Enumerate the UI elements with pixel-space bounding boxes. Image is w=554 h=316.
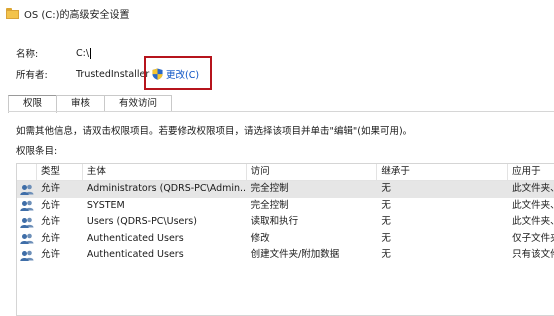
row-principal: SYSTEM bbox=[86, 199, 125, 211]
tab-auditing[interactable]: 审核 bbox=[56, 95, 106, 112]
header-principal[interactable]: 主体 bbox=[83, 164, 247, 181]
users-icon bbox=[20, 217, 34, 228]
header-type[interactable]: 类型 bbox=[37, 164, 83, 181]
row-principal: Authenticated Users bbox=[86, 232, 184, 244]
row-applies-to: 此文件夹、 bbox=[512, 199, 554, 211]
table-row[interactable]: 允许 Authenticated Users 创建文件夹/附加数据 无 只有该文… bbox=[17, 247, 554, 264]
header-icon-column bbox=[17, 164, 37, 181]
tab-effective-access[interactable]: 有效访问 bbox=[104, 95, 173, 112]
row-applies-to: 只有该文件 bbox=[512, 249, 554, 260]
users-icon bbox=[20, 233, 34, 245]
row-inherited-from: 无 bbox=[381, 232, 391, 244]
row-type: 允许 bbox=[40, 232, 60, 244]
row-access: 完全控制 bbox=[250, 199, 289, 211]
row-type: 允许 bbox=[40, 183, 60, 194]
row-principal: Authenticated Users bbox=[86, 249, 184, 260]
tab-divider bbox=[8, 111, 554, 112]
permission-entries-table[interactable]: 类型 主体 访问 继承于 应用于 允许 Administrators (QDRS… bbox=[16, 163, 554, 316]
title-bar: OS (C:)的高级安全设置 bbox=[0, 0, 554, 26]
name-label: 名称: bbox=[16, 49, 39, 60]
table-row[interactable]: 允许 Authenticated Users 修改 无 仅子文件夹 bbox=[17, 231, 554, 248]
window-title: OS (C:)的高级安全设置 bbox=[24, 9, 130, 21]
row-applies-to: 此文件夹、 bbox=[512, 183, 554, 194]
users-icon bbox=[20, 250, 34, 261]
owner-row: 所有者: TrustedInstaller bbox=[16, 66, 149, 82]
table-row[interactable]: 允许 Administrators (QDRS-PC\Admin... 完全控制… bbox=[17, 181, 554, 198]
row-access: 创建文件夹/附加数据 bbox=[250, 249, 340, 260]
row-inherited-from: 无 bbox=[381, 183, 391, 194]
header-inherited-from[interactable]: 继承于 bbox=[377, 164, 509, 181]
owner-value: TrustedInstaller bbox=[76, 68, 150, 80]
folder-icon bbox=[6, 7, 19, 19]
owner-label: 所有者: bbox=[16, 70, 48, 81]
row-principal: Administrators (QDRS-PC\Admin... bbox=[86, 183, 247, 194]
name-value: C:\ bbox=[76, 47, 92, 59]
tab-strip: 权限 审核 有效访问 bbox=[8, 95, 173, 113]
row-inherited-from: 无 bbox=[381, 249, 391, 260]
row-applies-to: 此文件夹、 bbox=[512, 216, 554, 227]
uac-shield-icon bbox=[152, 68, 163, 80]
header-applies-to[interactable]: 应用于 bbox=[508, 164, 554, 181]
row-type: 允许 bbox=[40, 216, 60, 227]
row-applies-to: 仅子文件夹 bbox=[512, 232, 554, 244]
info-text: 如需其他信息，请双击权限项目。若要修改权限项目，请选择该项目并单击"编辑"(如果… bbox=[16, 126, 413, 137]
users-icon bbox=[20, 200, 34, 212]
change-owner-label: 更改(C) bbox=[166, 70, 200, 81]
table-row[interactable]: 允许 Users (QDRS-PC\Users) 读取和执行 无 此文件夹、 bbox=[17, 214, 554, 231]
row-type: 允许 bbox=[40, 199, 60, 211]
header-access[interactable]: 访问 bbox=[247, 164, 378, 181]
name-row: 名称: C:\ bbox=[16, 45, 92, 61]
table-row[interactable]: 允许 SYSTEM 完全控制 无 此文件夹、 bbox=[17, 198, 554, 215]
row-access: 完全控制 bbox=[250, 183, 289, 194]
row-access: 修改 bbox=[250, 232, 270, 244]
row-inherited-from: 无 bbox=[381, 216, 391, 227]
row-principal: Users (QDRS-PC\Users) bbox=[86, 216, 197, 227]
users-icon bbox=[20, 184, 34, 195]
change-owner-link[interactable]: 更改(C) bbox=[152, 66, 199, 82]
row-type: 允许 bbox=[40, 249, 60, 260]
row-inherited-from: 无 bbox=[381, 199, 391, 211]
permission-entries-label: 权限条目: bbox=[16, 146, 58, 157]
table-header: 类型 主体 访问 继承于 应用于 bbox=[17, 164, 554, 181]
row-access: 读取和执行 bbox=[250, 216, 299, 227]
